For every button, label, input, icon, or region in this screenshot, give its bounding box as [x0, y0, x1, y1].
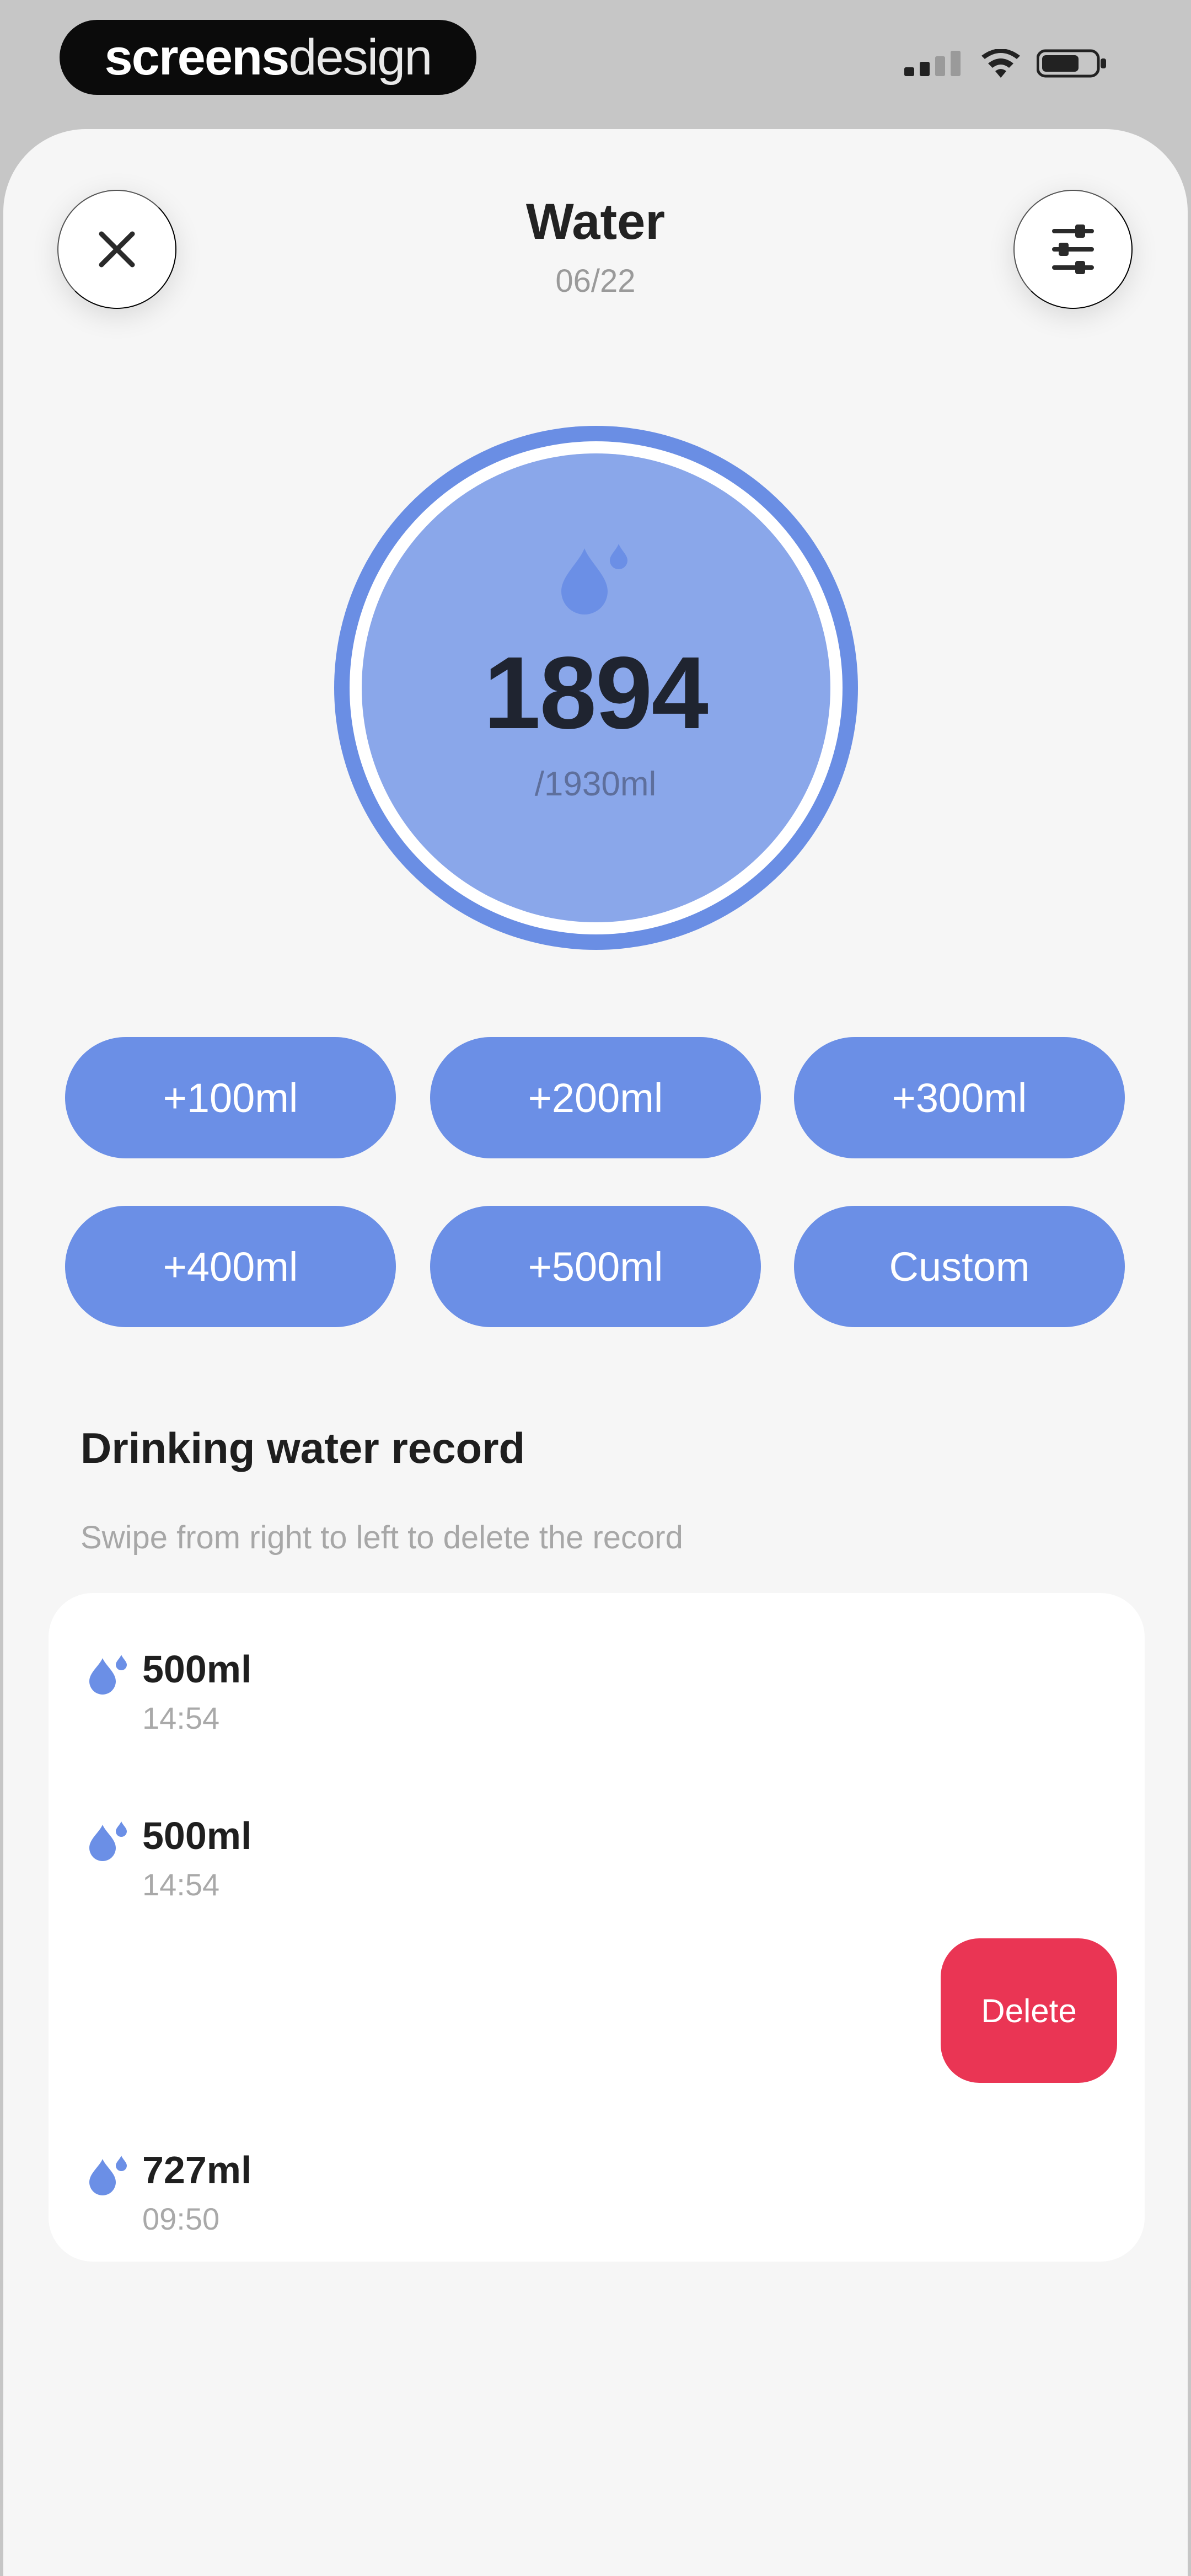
water-drop-icon [89, 2156, 127, 2195]
add-200ml-button[interactable]: +200ml [430, 1037, 761, 1158]
battery-icon [1037, 49, 1106, 78]
water-drop-icon [89, 1655, 127, 1695]
brand-logo-bold: screens [104, 29, 290, 85]
sliders-icon [1052, 225, 1094, 274]
add-500ml-button[interactable]: +500ml [430, 1206, 761, 1327]
record-amount: 500ml [142, 1648, 252, 1691]
records-title: Drinking water record [81, 1424, 525, 1472]
water-drop-icon [561, 544, 627, 614]
record-amount: 727ml [142, 2149, 252, 2192]
status-icons [904, 49, 1108, 78]
settings-button[interactable] [1013, 190, 1133, 309]
records-list: 500ml 14:54 500ml 14:54 727ml 09:50 [49, 1593, 1145, 2262]
wifi-icon [981, 49, 1020, 78]
add-custom-button[interactable]: Custom [794, 1206, 1125, 1327]
page-title: Water [525, 194, 666, 250]
record-amount: 500ml [142, 1814, 252, 1857]
water-drop-icon [89, 1821, 127, 1861]
status-bar: screens design [0, 0, 1191, 132]
record-time: 14:54 [142, 1701, 220, 1735]
brand-logo-light: design [288, 29, 432, 85]
delete-record-button[interactable]: Delete [941, 1938, 1117, 2083]
record-time: 14:54 [142, 1867, 220, 1902]
water-goal: /1930ml [534, 765, 657, 803]
page-date: 06/22 [555, 263, 636, 299]
record-time: 09:50 [142, 2201, 220, 2236]
records-hint: Swipe from right to left to delete the r… [81, 1520, 683, 1556]
brand-logo: screens design [60, 20, 476, 95]
water-amount: 1894 [484, 636, 709, 750]
add-100ml-button[interactable]: +100ml [65, 1037, 396, 1158]
signal-icon [904, 51, 961, 76]
add-300ml-button[interactable]: +300ml [794, 1037, 1125, 1158]
add-400ml-button[interactable]: +400ml [65, 1206, 396, 1327]
